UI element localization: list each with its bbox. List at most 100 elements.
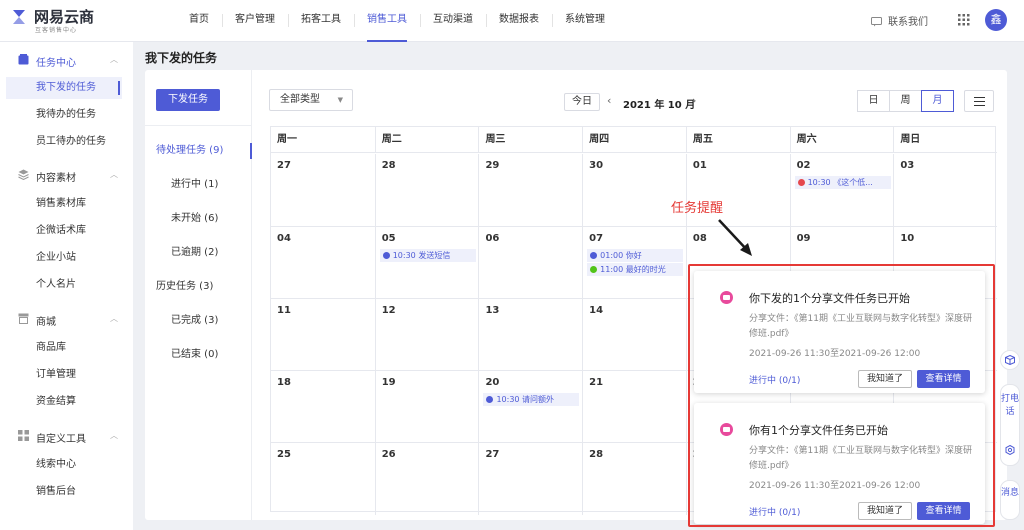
filter-in-progress[interactable]: 进行中 (1) bbox=[145, 174, 252, 196]
sidebar-item-staff-todo-tasks[interactable]: 员工待办的任务 bbox=[6, 131, 122, 153]
day-number: 11 bbox=[277, 305, 291, 316]
calendar-day-cell[interactable]: 04 bbox=[271, 227, 375, 299]
calendar-day-cell[interactable]: 28 bbox=[374, 154, 479, 226]
nav-item-customers[interactable]: 客户管理 bbox=[222, 0, 288, 42]
day-number: 04 bbox=[277, 233, 291, 244]
nav-item-sales-tools[interactable]: 销售工具 bbox=[354, 0, 420, 42]
contact-us-link[interactable]: 联系我们 bbox=[871, 13, 928, 28]
calendar-day-cell[interactable]: 14 bbox=[582, 299, 686, 371]
day-number: 25 bbox=[277, 449, 291, 460]
calendar-day-cell[interactable]: 03 bbox=[893, 154, 997, 226]
calendar-day-cell[interactable]: 21 bbox=[582, 371, 686, 443]
calendar-day-cell[interactable]: 11 bbox=[271, 299, 375, 371]
store-icon bbox=[18, 313, 29, 324]
calendar-day-cell[interactable]: 19 bbox=[374, 371, 479, 443]
calendar-day-cell[interactable]: 29 bbox=[478, 154, 582, 226]
sidebar-item-sales-materials[interactable]: 销售素材库 bbox=[6, 193, 122, 215]
sidebar-group-label: 自定义工具 bbox=[36, 434, 86, 445]
filter-pending-tasks[interactable]: 待处理任务 (9) bbox=[145, 140, 252, 162]
sidebar-item-products[interactable]: 商品库 bbox=[6, 337, 122, 359]
weekday-label: 周四 bbox=[582, 127, 686, 153]
calendar-day-cell[interactable]: 07 01:00 你好 11:00 最好的时光 bbox=[582, 227, 686, 299]
calendar-event[interactable]: 10:30 《这个低... bbox=[794, 176, 891, 189]
calendar-day-cell[interactable]: 27 bbox=[478, 443, 582, 515]
calendar-event[interactable]: 10:30 发送短信 bbox=[379, 249, 476, 262]
filter-completed[interactable]: 已完成 (3) bbox=[145, 310, 252, 332]
sidebar-group-custom-tools[interactable]: 自定义工具 ︿ bbox=[0, 425, 133, 447]
sidebar-item-orders[interactable]: 订单管理 bbox=[6, 364, 122, 386]
task-type-select[interactable]: 全部类型 ▼ bbox=[269, 89, 353, 111]
view-switcher: 日 周 月 bbox=[857, 90, 954, 112]
day-number: 08 bbox=[692, 233, 707, 244]
sidebar-item-company-site[interactable]: 企业小站 bbox=[6, 247, 122, 269]
calendar-day-cell[interactable]: 18 bbox=[271, 371, 375, 443]
calendar-day-cell[interactable]: 05 10:30 发送短信 bbox=[374, 227, 479, 299]
prev-month-icon[interactable]: ‹ bbox=[607, 94, 611, 107]
sidebar-group-task-center[interactable]: 任务中心 ︿ bbox=[0, 49, 133, 71]
sidebar-item-wecom-scripts[interactable]: 企微话术库 bbox=[6, 220, 122, 242]
calendar-day-cell[interactable]: 28 bbox=[582, 443, 686, 515]
calendar-day-cell[interactable]: 26 bbox=[374, 443, 479, 515]
day-number: 14 bbox=[589, 305, 604, 316]
filter-overdue[interactable]: 已逾期 (2) bbox=[145, 242, 252, 264]
calendar-day-cell[interactable]: 20 10:30 请问额外 bbox=[478, 371, 582, 443]
view-week-button[interactable]: 周 bbox=[889, 90, 922, 112]
chevron-up-icon: ︿ bbox=[110, 55, 118, 64]
nav-item-system[interactable]: 系统管理 bbox=[552, 0, 618, 42]
nav-item-channels[interactable]: 互动渠道 bbox=[420, 0, 486, 42]
clock-icon bbox=[590, 252, 598, 259]
sidebar-group-label: 商城 bbox=[36, 317, 56, 328]
user-avatar[interactable]: 鑫 bbox=[985, 9, 1007, 31]
calendar-day-cell[interactable]: 06 bbox=[478, 227, 582, 299]
day-number: 01 bbox=[692, 160, 707, 171]
sidebar-item-my-todo-tasks[interactable]: 我待办的任务 bbox=[6, 104, 122, 126]
caret-down-icon: ▼ bbox=[337, 96, 343, 104]
top-nav: 首页 客户管理 拓客工具 销售工具 互动渠道 数据报表 系统管理 bbox=[176, 0, 618, 42]
sidebar-item-business-card[interactable]: 个人名片 bbox=[6, 274, 122, 296]
calendar-day-cell[interactable]: 02 10:30 《这个低... bbox=[789, 154, 894, 226]
day-number: 07 bbox=[589, 233, 604, 244]
filter-ended[interactable]: 已结束 (0) bbox=[145, 344, 252, 366]
next-month-icon[interactable]: › bbox=[692, 94, 696, 107]
call-tool[interactable]: 打电话 bbox=[1000, 384, 1020, 466]
list-menu-icon[interactable] bbox=[964, 90, 994, 112]
calendar-day-cell[interactable]: 13 bbox=[478, 299, 582, 371]
sidebar-item-sales-backend[interactable]: 销售后台 bbox=[6, 481, 122, 503]
nav-item-prospecting[interactable]: 拓客工具 bbox=[288, 0, 354, 42]
chat-icon bbox=[871, 17, 882, 27]
top-bar: 网易云商 互客销售中心 首页 客户管理 拓客工具 销售工具 互动渠道 数据报表 … bbox=[0, 0, 1024, 42]
sidebar-group-label: 内容素材 bbox=[36, 173, 76, 184]
sidebar-item-my-issued-tasks[interactable]: 我下发的任务 bbox=[6, 77, 122, 99]
sidebar-group-store[interactable]: 商城 ︿ bbox=[0, 308, 133, 330]
sidebar-group-content[interactable]: 内容素材 ︿ bbox=[0, 164, 133, 186]
day-number: 26 bbox=[381, 449, 396, 460]
filter-history-tasks[interactable]: 历史任务 (3) bbox=[145, 276, 252, 298]
view-month-button[interactable]: 月 bbox=[921, 90, 954, 112]
calendar-day-cell[interactable]: 27 bbox=[271, 154, 375, 226]
view-day-button[interactable]: 日 bbox=[857, 90, 890, 112]
calendar-day-cell[interactable]: 25 bbox=[271, 443, 375, 515]
cube-tool-button[interactable] bbox=[1000, 350, 1020, 370]
today-button[interactable]: 今日 bbox=[564, 93, 600, 111]
calendar-event[interactable]: 01:00 你好 bbox=[587, 249, 684, 262]
apps-grid-icon[interactable] bbox=[958, 14, 970, 26]
day-number: 13 bbox=[485, 305, 500, 316]
clock-icon bbox=[486, 396, 494, 403]
weekday-label: 周二 bbox=[374, 127, 479, 153]
day-number: 18 bbox=[277, 377, 291, 388]
message-tool[interactable]: 消息 bbox=[1000, 480, 1020, 520]
sidebar-item-settlement[interactable]: 资金结算 bbox=[6, 391, 122, 413]
filter-not-started[interactable]: 未开始 (6) bbox=[145, 208, 252, 230]
sidebar-item-leads-center[interactable]: 线索中心 bbox=[6, 454, 122, 476]
issue-task-button[interactable]: 下发任务 bbox=[156, 89, 220, 111]
weekday-header: 周一 周二 周三 周四 周五 周六 周日 bbox=[271, 127, 997, 153]
chevron-up-icon: ︿ bbox=[110, 170, 118, 179]
calendar-day-cell[interactable]: 12 bbox=[374, 299, 479, 371]
calendar-event[interactable]: 10:30 请问额外 bbox=[483, 393, 580, 406]
day-number: 09 bbox=[796, 233, 811, 244]
calendar-event[interactable]: 11:00 最好的时光 bbox=[587, 263, 684, 276]
chevron-up-icon: ︿ bbox=[110, 314, 118, 323]
nav-item-reports[interactable]: 数据报表 bbox=[486, 0, 552, 42]
calendar-week: 27 28 29 30 01 02 10:30 《这个低... 03 bbox=[271, 154, 997, 226]
nav-item-home[interactable]: 首页 bbox=[176, 0, 222, 42]
